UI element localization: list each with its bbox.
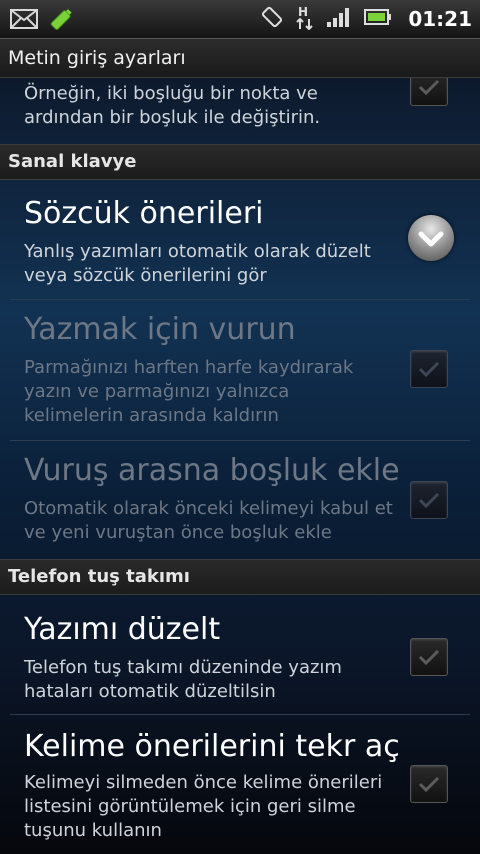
item-summary: Otomatik olarak önceki kelimeyi kabul et… (24, 498, 393, 543)
status-bar: H 01:21 (0, 0, 480, 39)
item-summary: Parmağınızı harften harfe kaydırarak yaz… (24, 357, 354, 426)
item-title: Yazmak için vurun (24, 312, 296, 347)
rotation-icon (260, 5, 284, 33)
list-item-partial[interactable]: Örneğin, iki boşluğu bir nokta ve ardınd… (0, 78, 480, 142)
settings-list[interactable]: Örneğin, iki boşluğu bir nokta ve ardınd… (0, 78, 480, 854)
category-header-virtual-keyboard: Sanal klavye (0, 144, 480, 180)
item-summary: Örneğin, iki boşluğu bir nokta ve ardınd… (24, 83, 321, 128)
email-icon (10, 9, 38, 33)
list-item-auto-correct[interactable]: Yazımı düzelt Telefon tuş takımı düzenin… (0, 594, 480, 714)
chevron-down-icon (418, 231, 444, 247)
item-summary: Kelimeyi silmeden önce kelime önerileri … (24, 772, 383, 841)
checkbox[interactable] (410, 638, 448, 676)
data-transfer-icon: H (296, 4, 314, 34)
list-item-word-suggestions[interactable]: Sözcük önerileri Yanlış yazımları otomat… (0, 180, 480, 300)
checkmark-icon (418, 776, 440, 793)
battery-icon (364, 7, 392, 31)
list-item-tap-to-type[interactable]: Yazmak için vurun Parmağınızı harften ha… (0, 300, 480, 440)
checkbox[interactable] (410, 350, 448, 388)
item-title: Yazımı düzelt (24, 612, 221, 647)
list-item-reopen-suggestions[interactable]: Kelime önerilerini tekr aç Kelimeyi silm… (0, 715, 480, 854)
category-header-phone-keypad: Telefon tuş takımı (0, 559, 480, 595)
category-label: Telefon tuş takımı (8, 566, 190, 587)
signal-icon (326, 6, 352, 32)
checkbox[interactable] (410, 765, 448, 803)
list-item-add-space[interactable]: Vuruş arasna boşluk ekle Otomatik olarak… (0, 441, 480, 557)
item-summary: Telefon tuş takımı düzeninde yazım hatal… (24, 657, 342, 702)
page-title: Metin giriş ayarları (8, 47, 186, 69)
item-title: Kelime önerilerini tekr aç (24, 729, 400, 764)
battery-charging-icon (48, 6, 74, 36)
checkmark-icon (418, 79, 440, 96)
expand-button[interactable] (408, 215, 454, 261)
clock: 01:21 (408, 7, 472, 31)
item-title: Vuruş arasna boşluk ekle (24, 453, 400, 488)
title-bar: Metin giriş ayarları (0, 39, 480, 78)
checkmark-icon (418, 361, 440, 378)
checkmark-icon (418, 649, 440, 666)
checkbox[interactable] (410, 78, 448, 106)
category-label: Sanal klavye (8, 151, 137, 172)
item-summary: Yanlış yazımları otomatik olarak düzelt … (24, 241, 371, 286)
checkbox[interactable] (410, 481, 448, 519)
checkmark-icon (418, 492, 440, 509)
item-title: Sözcük önerileri (24, 196, 264, 231)
svg-text:H: H (298, 5, 308, 19)
